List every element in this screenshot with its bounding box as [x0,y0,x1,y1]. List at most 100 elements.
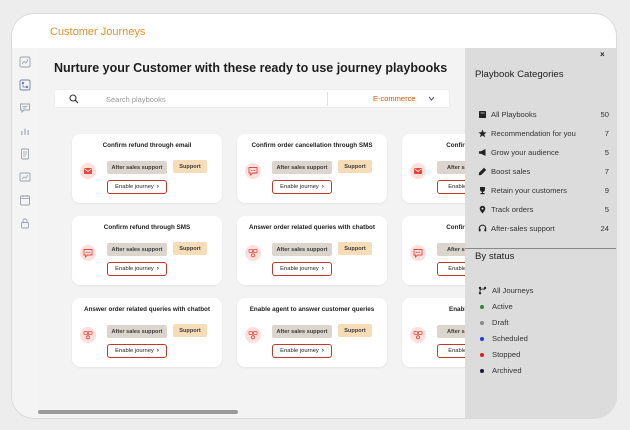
pin-icon [478,205,487,214]
status-item[interactable]: Active [475,301,609,313]
status-item[interactable]: Scheduled [475,333,609,345]
category-count: 50 [600,110,609,119]
title-bar: Customer Journeys [12,14,616,48]
category-count: 7 [604,129,609,138]
chevron-right-icon: › [321,266,324,272]
book-icon [478,110,487,119]
megaphone-icon [478,148,487,157]
playbook-card[interactable]: Answer order related queries with chatbo… [237,216,387,285]
analytics-icon[interactable] [18,125,31,137]
playbook-categories-heading: Playbook Categories [475,69,564,80]
card-title: Answer order related queries with chatbo… [249,224,375,231]
category-label: Grow your audience [491,148,559,157]
horizontal-scrollbar[interactable] [38,410,238,414]
chatbot-icon [80,327,96,343]
support-tag: Support [338,324,372,337]
chatbot-icon [245,327,261,343]
app-title: Customer Journeys [50,26,146,38]
enable-journey-button[interactable]: Enable journey › [272,180,332,194]
enable-journey-label: Enable journey [115,348,154,354]
enable-journey-label: Enable journey [115,184,154,190]
filter-value: E-commerce [373,94,416,103]
chevron-right-icon: › [156,184,159,190]
star-icon [478,129,487,138]
panel-divider [465,248,616,249]
category-count: 24 [600,224,609,233]
playbook-card[interactable]: Confirm refund through SMS After sales su… [72,216,222,285]
enable-journey-button[interactable]: Enable journey › [272,344,332,358]
category-item[interactable]: Recommendation for you 7 [475,128,609,140]
playbook-card[interactable]: Enable agent to answer customer queries A… [237,298,387,367]
enable-journey-button[interactable]: Enable journey › [107,262,167,276]
chevron-right-icon: › [156,266,159,272]
playbook-card[interactable]: Confirm refund through email After sales … [72,134,222,203]
chevron-right-icon: › [321,184,324,190]
status-dot [480,321,484,325]
category-label: Retain your customers [491,186,567,195]
status-item[interactable]: All Journeys [475,285,609,297]
status-dot [480,337,484,341]
journeys-icon[interactable] [18,79,31,91]
category-label: Track orders [491,205,534,214]
email-icon [410,163,426,179]
page-title: Nurture your Customer with these ready t… [54,61,448,75]
chat-icon[interactable] [18,102,31,114]
app-window: Customer Journeys Nurture your Customer … [12,14,616,418]
main-content: Nurture your Customer with these ready t… [38,48,552,418]
enable-journey-button[interactable]: Enable journey › [272,262,332,276]
chevron-down-icon [428,96,435,101]
category-count: 7 [604,167,609,176]
support-tag: Support [338,242,372,255]
report-icon[interactable] [18,171,31,183]
chevron-right-icon: › [156,348,159,354]
search-input[interactable] [106,92,336,106]
trend-icon[interactable] [18,56,31,68]
enable-journey-label: Enable journey [280,348,319,354]
lock-icon[interactable] [18,217,31,229]
support-tag: Support [173,242,207,255]
sms-icon [80,245,96,261]
status-item[interactable]: Draft [475,317,609,329]
playbook-card[interactable]: Answer order related queries with chatbo… [72,298,222,367]
category-label: All Playbooks [491,110,537,119]
category-item[interactable]: Track orders 5 [475,204,609,216]
search-icon[interactable] [69,94,79,104]
document-icon[interactable] [18,148,31,160]
sms-icon [410,245,426,261]
status-label: Stopped [492,350,521,359]
status-dot [480,369,484,373]
status-item[interactable]: Archived [475,365,609,377]
category-item[interactable]: All Playbooks 50 [475,109,609,121]
pen-icon [478,167,487,176]
calendar-icon[interactable] [18,194,31,206]
after-sales-tag: After sales support [107,161,167,174]
card-title: Confirm refund through email [102,142,192,149]
card-title: Answer order related queries with chatbo… [84,306,210,313]
category-item[interactable]: Boost sales 7 [475,166,609,178]
category-item[interactable]: After-sales support 24 [475,223,609,235]
playbook-card[interactable]: Confirm order cancellation through SMS Af… [237,134,387,203]
filter-panel: × Playbook Categories All Playbooks 50 Rec… [465,48,616,418]
category-item[interactable]: Retain your customers 9 [475,185,609,197]
category-filter-select[interactable]: E-commerce [335,90,447,108]
support-tag: Support [173,160,207,173]
category-count: 5 [604,205,609,214]
search-bar: E-commerce [54,89,450,108]
status-label: All Journeys [492,286,534,295]
close-icon[interactable]: × [600,50,605,59]
category-item[interactable]: Grow your audience 5 [475,147,609,159]
status-item[interactable]: Stopped [475,349,609,361]
enable-journey-button[interactable]: Enable journey › [107,180,167,194]
trophy-icon [478,186,487,195]
by-status-heading: By status [475,251,515,262]
status-label: Scheduled [492,334,528,343]
category-label: Boost sales [491,167,531,176]
sms-icon [245,163,261,179]
headset-icon [478,224,487,233]
left-nav-rail [12,48,38,418]
after-sales-tag: After sales support [272,325,332,338]
status-label: Active [492,302,513,311]
category-label: Recommendation for you [491,129,576,138]
status-label: Draft [492,318,509,327]
enable-journey-button[interactable]: Enable journey › [107,344,167,358]
